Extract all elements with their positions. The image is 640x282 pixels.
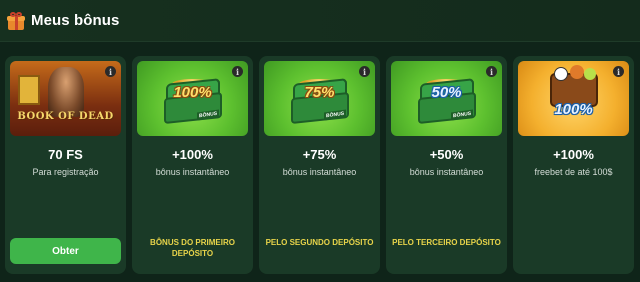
book-of-dead-image: BOOK OF DEAD i: [10, 61, 121, 136]
bonus-value: +100%: [553, 147, 594, 162]
info-icon[interactable]: i: [359, 66, 370, 77]
gift-icon: [7, 11, 25, 30]
game-logo: BOOK OF DEAD: [17, 111, 114, 122]
bonus-value: +75%: [302, 147, 337, 162]
deposit-note: PELO TERCEIRO DEPÓSITO: [392, 238, 501, 247]
deposit-note: PELO SEGUNDO DEPÓSITO: [265, 238, 374, 247]
chest-percent: 50%: [431, 84, 462, 101]
info-icon[interactable]: i: [486, 66, 497, 77]
sports-chest-image: 100% i: [518, 61, 629, 136]
chest-percent: 100%: [173, 84, 212, 101]
chest-image: 50% BÔNUS i: [391, 61, 502, 136]
page-header: Meus bônus: [0, 0, 640, 42]
info-icon[interactable]: i: [232, 66, 243, 77]
bonus-value: +50%: [429, 147, 464, 162]
bonus-card-second-deposit: 75% BÔNUS i +75% bônus instantâneo PELO …: [259, 56, 380, 274]
bonus-cards: BOOK OF DEAD i 70 FS Para registração Ob…: [5, 56, 634, 274]
bonus-card-first-deposit: 100% BÔNUS i +100% bônus instantâneo BÔN…: [132, 56, 253, 274]
bonus-card-third-deposit: 50% BÔNUS i +50% bônus instantâneo PELO …: [386, 56, 507, 274]
info-icon[interactable]: i: [105, 66, 116, 77]
deposit-note: BÔNUS DO PRIMEIRO DEPÓSITO: [150, 238, 235, 258]
chest-image: 75% BÔNUS i: [264, 61, 375, 136]
chest-percent: 100%: [554, 101, 593, 118]
chest-percent: 75%: [304, 84, 335, 101]
hero-figure: [48, 67, 84, 117]
bonus-value: +100%: [172, 147, 213, 162]
bonus-description: freebet de até 100$: [534, 167, 613, 177]
book-icon: [18, 75, 40, 105]
info-icon[interactable]: i: [613, 66, 624, 77]
bonus-description: bônus instantâneo: [155, 167, 230, 177]
bonus-description: bônus instantâneo: [409, 167, 484, 177]
bonus-card-freebet: 100% i +100% freebet de até 100$: [513, 56, 634, 274]
page-title: Meus bônus: [31, 12, 120, 29]
bonus-description: Para registração: [32, 167, 99, 177]
bonus-card-registration: BOOK OF DEAD i 70 FS Para registração Ob…: [5, 56, 126, 274]
bonus-value: 70 FS: [48, 147, 83, 162]
chest-image: 100% BÔNUS i: [137, 61, 248, 136]
obter-button[interactable]: Obter: [10, 238, 121, 264]
bonus-description: bônus instantâneo: [282, 167, 357, 177]
